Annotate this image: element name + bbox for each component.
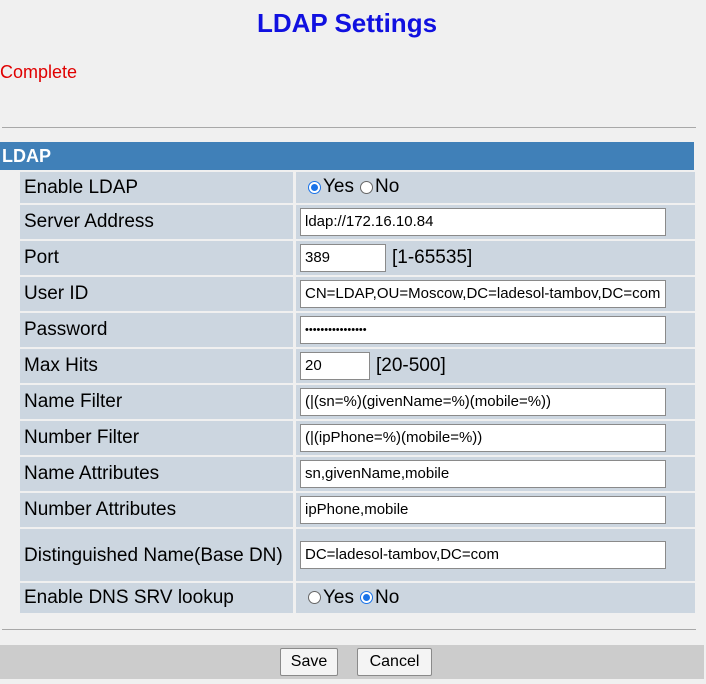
dns-srv-yes-label[interactable]: Yes (323, 587, 354, 608)
top-divider (2, 127, 696, 128)
max-hits-input[interactable]: 20 (300, 352, 370, 380)
status-message: Complete (0, 62, 78, 82)
ldap-section-header: LDAP (0, 142, 694, 170)
base-dn-label: Distinguished Name(Base DN) (20, 529, 293, 581)
enable-ldap-yes-radio[interactable] (308, 180, 321, 194)
row-server-address: Server Address ldap://172.16.10.84 (20, 205, 695, 239)
enable-ldap-yes-label[interactable]: Yes (323, 176, 354, 197)
save-button[interactable]: Save (280, 648, 338, 676)
dns-srv-options: Yes No (296, 583, 695, 613)
dns-srv-yes-radio[interactable] (308, 591, 321, 605)
dns-srv-label: Enable DNS SRV lookup (20, 583, 293, 613)
enable-ldap-no-radio[interactable] (360, 180, 373, 194)
port-range-hint: [1-65535] (392, 247, 473, 268)
dns-srv-no-label[interactable]: No (375, 587, 399, 608)
port-label: Port (20, 241, 293, 275)
server-address-label: Server Address (20, 205, 293, 239)
row-base-dn: Distinguished Name(Base DN) DC=ladesol-t… (20, 529, 695, 581)
user-id-input[interactable]: CN=LDAP,OU=Moscow,DC=ladesol-tambov,DC=c… (300, 280, 666, 308)
row-name-filter: Name Filter (|(sn=%)(givenName=%)(mobile… (20, 385, 695, 419)
row-number-attributes: Number Attributes ipPhone,mobile (20, 493, 695, 527)
number-filter-input[interactable]: (|(ipPhone=%)(mobile=%)) (300, 424, 666, 452)
user-id-label: User ID (20, 277, 293, 311)
row-dns-srv: Enable DNS SRV lookup Yes No (20, 583, 695, 613)
enable-ldap-no-label[interactable]: No (375, 176, 399, 197)
bottom-divider (2, 629, 696, 630)
row-enable-ldap: Enable LDAP Yes No (20, 172, 695, 203)
number-attributes-input[interactable]: ipPhone,mobile (300, 496, 666, 524)
max-hits-label: Max Hits (20, 349, 293, 383)
password-input[interactable]: •••••••••••••••• (300, 316, 666, 344)
row-number-filter: Number Filter (|(ipPhone=%)(mobile=%)) (20, 421, 695, 455)
port-input[interactable]: 389 (300, 244, 386, 272)
page-title: LDAP Settings (256, 8, 438, 38)
name-attributes-input[interactable]: sn,givenName,mobile (300, 460, 666, 488)
name-attributes-label: Name Attributes (20, 457, 293, 491)
number-filter-label: Number Filter (20, 421, 293, 455)
action-bar: Save Cancel (0, 645, 704, 679)
base-dn-input[interactable]: DC=ladesol-tambov,DC=com (300, 541, 666, 569)
name-filter-input[interactable]: (|(sn=%)(givenName=%)(mobile=%)) (300, 388, 666, 416)
row-user-id: User ID CN=LDAP,OU=Moscow,DC=ladesol-tam… (20, 277, 695, 311)
enable-ldap-label: Enable LDAP (20, 172, 293, 203)
name-filter-label: Name Filter (20, 385, 293, 419)
row-name-attributes: Name Attributes sn,givenName,mobile (20, 457, 695, 491)
dns-srv-no-radio[interactable] (360, 591, 373, 605)
max-hits-range-hint: [20-500] (376, 355, 446, 376)
row-max-hits: Max Hits 20 [20-500] (20, 349, 695, 383)
row-port: Port 389 [1-65535] (20, 241, 695, 275)
row-password: Password •••••••••••••••• (20, 313, 695, 347)
password-label: Password (20, 313, 293, 347)
number-attributes-label: Number Attributes (20, 493, 293, 527)
ldap-settings-form: Enable LDAP Yes No Server Address ldap://… (20, 170, 695, 615)
server-address-input[interactable]: ldap://172.16.10.84 (300, 208, 666, 236)
enable-ldap-options: Yes No (296, 172, 695, 203)
cancel-button[interactable]: Cancel (357, 648, 432, 676)
